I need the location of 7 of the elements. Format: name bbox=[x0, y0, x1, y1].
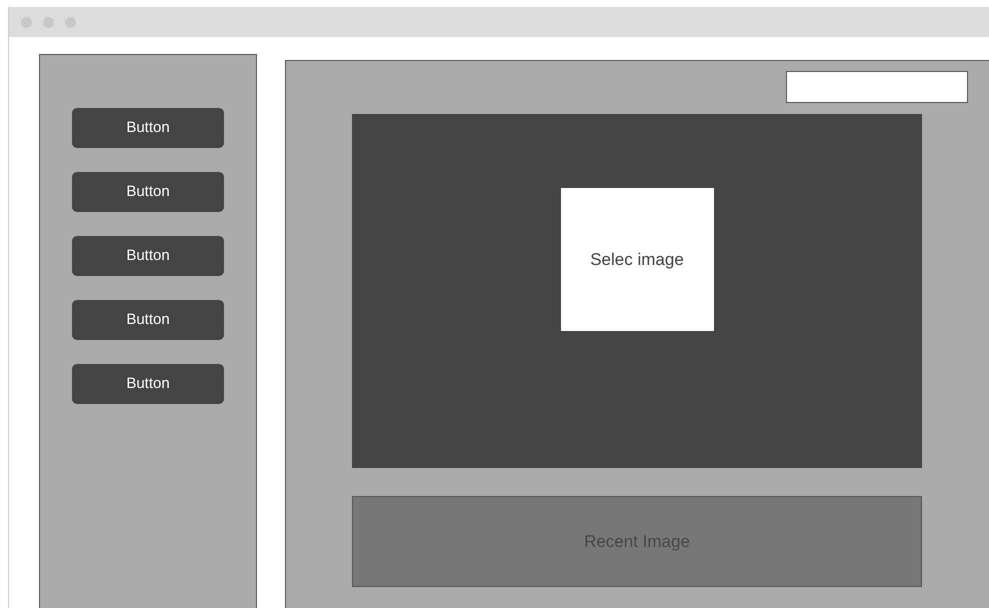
sidebar-button[interactable]: Button bbox=[72, 172, 224, 212]
search-field[interactable] bbox=[786, 71, 968, 103]
select-image-button[interactable]: Selec image bbox=[560, 188, 714, 331]
sidebar-button[interactable]: Button bbox=[72, 364, 224, 404]
sidebar-button[interactable]: Button bbox=[72, 108, 224, 148]
sidebar-button[interactable]: Button bbox=[72, 300, 224, 340]
sidebar-button[interactable]: Button bbox=[72, 236, 224, 276]
